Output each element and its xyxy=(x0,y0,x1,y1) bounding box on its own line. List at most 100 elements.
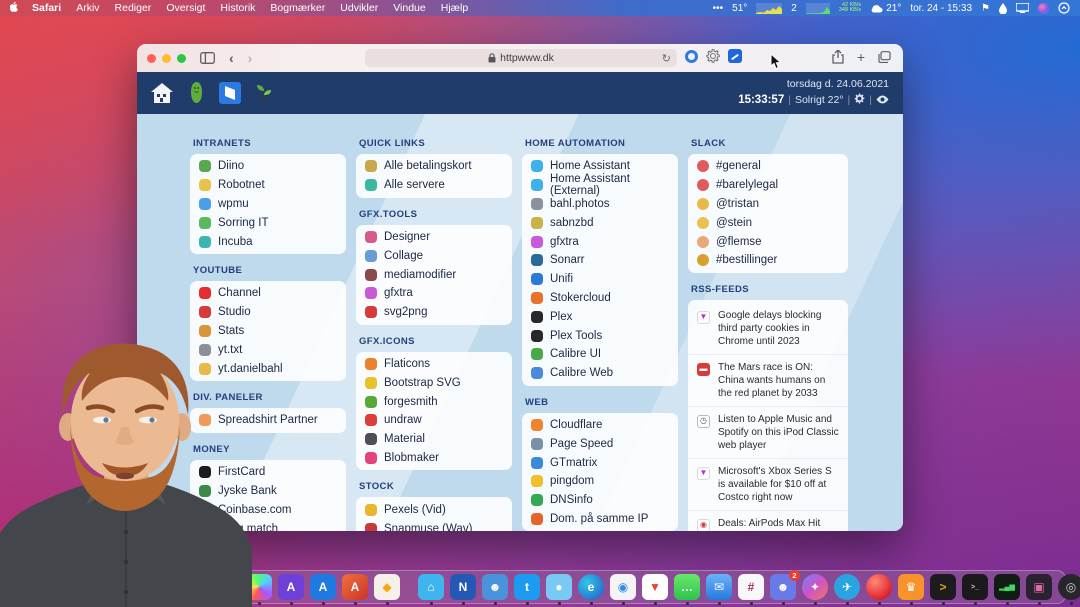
dock-twitter-icon[interactable]: t xyxy=(514,574,540,600)
dock-media-tool-icon[interactable]: ▣ xyxy=(1026,574,1052,600)
cpu-temp[interactable]: 51° xyxy=(732,3,747,14)
link-item[interactable]: Coinbase.com xyxy=(190,500,346,519)
menu-rediger[interactable]: Rediger xyxy=(115,2,152,14)
dock-edge-icon[interactable]: e xyxy=(578,574,604,600)
link-item[interactable]: Snapmuse (Wav) xyxy=(356,519,512,531)
link-item[interactable]: gfxtra xyxy=(522,232,678,251)
link-item[interactable]: @stein xyxy=(688,213,848,232)
link-item[interactable]: #general xyxy=(688,157,848,176)
link-item[interactable]: Cloudflare xyxy=(522,416,678,435)
rss-item[interactable]: ▬The Mars race is ON: China wants humans… xyxy=(688,354,848,406)
blocker-ring-icon[interactable] xyxy=(685,50,698,63)
apple-logo-icon[interactable] xyxy=(10,2,20,14)
zoom-window-button[interactable] xyxy=(177,54,186,63)
smarthome-icon[interactable] xyxy=(151,82,173,104)
link-item[interactable]: Unifi xyxy=(522,270,678,289)
link-item[interactable]: wpmu xyxy=(190,195,346,214)
link-item[interactable]: Sorring IT xyxy=(190,213,346,232)
link-item[interactable]: Plex xyxy=(522,307,678,326)
link-item[interactable]: yt.danielbahl xyxy=(190,359,346,378)
logo-icon[interactable] xyxy=(219,82,241,104)
cpu-chart-icon[interactable] xyxy=(756,3,782,14)
link-item[interactable]: #barelylegal xyxy=(688,176,848,195)
siri-icon[interactable] xyxy=(1038,3,1049,14)
net-speeds[interactable]: 42 KB/s 348 KB/s xyxy=(839,3,861,14)
sprout-icon[interactable] xyxy=(253,82,275,104)
link-item[interactable]: Studio xyxy=(190,303,346,322)
gear-icon[interactable] xyxy=(706,49,720,63)
link-item[interactable]: gfxtra xyxy=(356,284,512,303)
dock-audio-dial-app-icon[interactable]: ◎ xyxy=(1058,574,1080,600)
link-item[interactable]: @flemse xyxy=(688,232,848,251)
link-item[interactable]: Sonarr xyxy=(522,251,678,270)
dock-affinity-photo-beta-icon[interactable]: A xyxy=(278,574,304,600)
dock-plex-icon[interactable]: > xyxy=(930,574,956,600)
link-item[interactable]: Diino xyxy=(190,157,346,176)
dock-messages-icon[interactable]: … xyxy=(674,574,700,600)
dock-terminal-icon[interactable]: >_ xyxy=(962,574,988,600)
close-window-button[interactable] xyxy=(147,54,156,63)
menubar-clock[interactable]: tor. 24 - 15:33 xyxy=(910,3,972,14)
user-switch-icon[interactable] xyxy=(1058,2,1070,14)
dock-messenger-icon[interactable]: ✦ xyxy=(802,574,828,600)
dock-mail-icon[interactable]: ✉ xyxy=(706,574,732,600)
link-item[interactable]: Robotnet xyxy=(190,176,346,195)
link-item[interactable]: Collage xyxy=(356,246,512,265)
link-item[interactable]: yt.txt xyxy=(190,340,346,359)
rss-item[interactable]: ◉Deals: AirPods Max Hit New Record Low P… xyxy=(688,510,848,531)
rss-item[interactable]: ◷Listen to Apple Music and Spotify on th… xyxy=(688,406,848,458)
net-chart-icon[interactable] xyxy=(806,3,830,14)
link-item[interactable]: Page Speed xyxy=(522,434,678,453)
link-item[interactable]: mediamodifier xyxy=(356,265,512,284)
link-item[interactable]: undraw xyxy=(356,411,512,430)
rss-item[interactable]: ▼Microsoft's Xbox Series S is available … xyxy=(688,458,848,510)
dock-plexamp-icon[interactable]: ♛ xyxy=(898,574,924,600)
more-status[interactable]: ••• xyxy=(713,3,724,14)
link-item[interactable]: forgesmith xyxy=(356,392,512,411)
link-item[interactable]: Bootstrap SVG xyxy=(356,373,512,392)
link-item[interactable]: FirstCard xyxy=(190,463,346,482)
dock-twitterrific-icon[interactable]: ● xyxy=(546,574,572,600)
link-item[interactable]: Jyske Bank xyxy=(190,482,346,501)
link-item[interactable]: GTmatrix xyxy=(522,453,678,472)
dock-apollo-icon[interactable]: ☻ xyxy=(482,574,508,600)
link-item[interactable]: sabnzbd xyxy=(522,213,678,232)
link-item[interactable]: #bestillinger xyxy=(688,251,848,270)
menu-udvikler[interactable]: Udvikler xyxy=(340,2,378,14)
droplet-icon[interactable] xyxy=(999,3,1007,14)
link-item[interactable]: Bilag match xyxy=(190,519,346,531)
dock-stats-monitor-icon[interactable]: ▂▄▆ xyxy=(994,574,1020,600)
tab-overview-icon[interactable] xyxy=(878,51,891,63)
blue-extension-icon[interactable] xyxy=(728,49,742,63)
link-item[interactable]: Spreadshirt Partner xyxy=(190,411,346,430)
dock-discord-icon[interactable]: ☻2 xyxy=(770,574,796,600)
dock-home-assistant-icon[interactable]: ⌂ xyxy=(418,574,444,600)
link-item[interactable]: Plex Tools xyxy=(522,326,678,345)
menu-historik[interactable]: Historik xyxy=(220,2,255,14)
menu-bogmærker[interactable]: Bogmærker xyxy=(270,2,325,14)
link-item[interactable]: Flaticons xyxy=(356,355,512,374)
dock-sketch-icon[interactable]: ◆ xyxy=(374,574,400,600)
menu-safari[interactable]: Safari xyxy=(32,2,61,14)
link-item[interactable]: Pexels (Vid) xyxy=(356,500,512,519)
menu-oversigt[interactable]: Oversigt xyxy=(166,2,205,14)
dock-red-orb-app-icon[interactable] xyxy=(866,574,892,600)
menu-hjælp[interactable]: Hjælp xyxy=(441,2,468,14)
url-bar[interactable]: httpwww.dk ↻ xyxy=(365,49,677,67)
link-item[interactable]: pingdom xyxy=(522,472,678,491)
display-icon[interactable] xyxy=(1016,3,1029,13)
eye-icon[interactable] xyxy=(876,95,889,104)
link-item[interactable]: Dom. på samme IP xyxy=(522,510,678,529)
back-button[interactable]: ‹ xyxy=(229,51,234,65)
pickle-icon[interactable] xyxy=(185,82,207,104)
new-tab-button[interactable]: + xyxy=(857,49,865,65)
link-item[interactable]: DNSinfo xyxy=(522,491,678,510)
link-item[interactable]: Channel xyxy=(190,284,346,303)
dock-telegram-icon[interactable]: ✈ xyxy=(834,574,860,600)
dock-affinity-designer-icon[interactable]: A xyxy=(310,574,336,600)
rss-item[interactable]: ▼Google delays blocking third party cook… xyxy=(688,303,848,354)
minimize-window-button[interactable] xyxy=(162,54,171,63)
dock-slack-icon[interactable]: # xyxy=(738,574,764,600)
link-item[interactable]: Alle servere xyxy=(356,176,512,195)
link-item[interactable]: Calibre UI xyxy=(522,345,678,364)
